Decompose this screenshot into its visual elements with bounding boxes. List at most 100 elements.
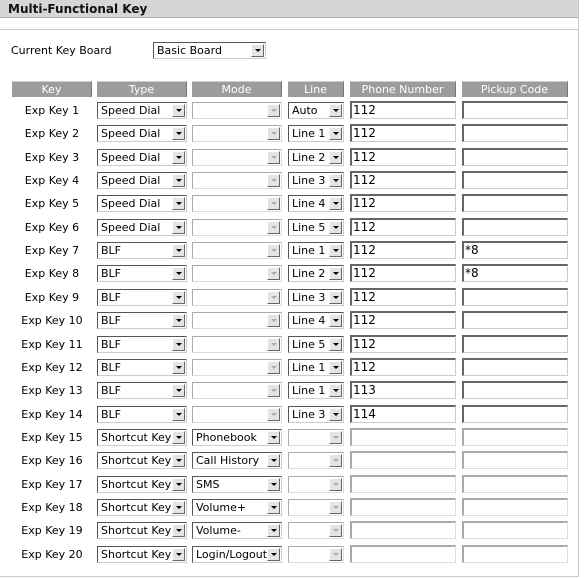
chevron-down-icon[interactable] (329, 384, 342, 398)
pickup-code-input[interactable] (462, 427, 568, 446)
mode-select[interactable] (192, 148, 282, 166)
line-select[interactable]: Line 1 (288, 358, 344, 376)
chevron-down-icon[interactable] (172, 384, 185, 398)
phone-number-input[interactable]: 112 (350, 217, 456, 236)
chevron-down-icon[interactable] (329, 360, 342, 374)
type-select[interactable]: BLF (97, 265, 187, 283)
mode-select[interactable]: Volume+ (192, 498, 282, 516)
chevron-down-icon[interactable] (172, 454, 185, 468)
chevron-down-icon[interactable] (267, 360, 280, 374)
chevron-down-icon[interactable] (172, 430, 185, 444)
mode-select[interactable] (192, 242, 282, 260)
type-select[interactable]: Shortcut Key (97, 545, 187, 563)
phone-number-input[interactable] (350, 451, 456, 470)
mode-select[interactable] (192, 172, 282, 190)
mode-select[interactable] (192, 265, 282, 283)
line-select[interactable]: Line 4 (288, 195, 344, 213)
pickup-code-input[interactable] (462, 544, 568, 563)
mode-select[interactable] (192, 405, 282, 423)
type-select[interactable]: Shortcut Key (97, 475, 187, 493)
phone-number-input[interactable]: 113 (350, 381, 456, 400)
type-select[interactable]: BLF (97, 312, 187, 330)
chevron-down-icon[interactable] (267, 244, 280, 258)
chevron-down-icon[interactable] (329, 337, 342, 351)
chevron-down-icon[interactable] (329, 150, 342, 164)
line-select[interactable]: Line 1 (288, 382, 344, 400)
chevron-down-icon[interactable] (267, 127, 280, 141)
type-select[interactable]: BLF (97, 405, 187, 423)
phone-number-input[interactable]: 112 (350, 241, 456, 260)
mode-select[interactable] (192, 358, 282, 376)
phone-number-input[interactable]: 112 (350, 171, 456, 190)
mode-select[interactable]: Login/Logout (192, 545, 282, 563)
chevron-down-icon[interactable] (251, 44, 264, 57)
chevron-down-icon[interactable] (329, 314, 342, 328)
chevron-down-icon[interactable] (267, 547, 280, 561)
phone-number-input[interactable] (350, 427, 456, 446)
pickup-code-input[interactable] (462, 404, 568, 423)
pickup-code-input[interactable] (462, 124, 568, 143)
chevron-down-icon[interactable] (267, 104, 280, 117)
chevron-down-icon[interactable] (172, 127, 185, 141)
chevron-down-icon[interactable] (267, 407, 280, 421)
type-select[interactable]: Shortcut Key (97, 428, 187, 446)
chevron-down-icon[interactable] (267, 454, 280, 468)
pickup-code-input[interactable] (462, 474, 568, 493)
pickup-code-input[interactable] (462, 194, 568, 213)
chevron-down-icon[interactable] (172, 477, 185, 491)
line-select[interactable]: Line 3 (288, 288, 344, 306)
chevron-down-icon[interactable] (172, 220, 185, 234)
line-select[interactable]: Line 1 (288, 242, 344, 260)
type-select[interactable]: Shortcut Key (97, 522, 187, 540)
phone-number-input[interactable] (350, 474, 456, 493)
line-select[interactable] (288, 545, 344, 563)
chevron-down-icon[interactable] (172, 314, 185, 328)
chevron-down-icon[interactable] (267, 267, 280, 281)
line-select[interactable]: Line 1 (288, 125, 344, 143)
phone-number-input[interactable] (350, 497, 456, 516)
mode-select[interactable]: Volume- (192, 522, 282, 540)
phone-number-input[interactable]: 112 (350, 311, 456, 330)
pickup-code-input[interactable] (462, 147, 568, 166)
mode-select[interactable] (192, 382, 282, 400)
chevron-down-icon[interactable] (329, 524, 342, 538)
chevron-down-icon[interactable] (172, 547, 185, 561)
chevron-down-icon[interactable] (267, 197, 280, 211)
pickup-code-input[interactable] (462, 381, 568, 400)
type-select[interactable]: BLF (97, 335, 187, 353)
pickup-code-input[interactable] (462, 451, 568, 470)
type-select[interactable]: Speed Dial (97, 125, 187, 143)
mode-select[interactable] (192, 218, 282, 236)
chevron-down-icon[interactable] (267, 220, 280, 234)
chevron-down-icon[interactable] (329, 127, 342, 141)
chevron-down-icon[interactable] (329, 174, 342, 188)
mode-select[interactable] (192, 125, 282, 143)
chevron-down-icon[interactable] (329, 454, 342, 468)
pickup-code-input[interactable] (462, 311, 568, 330)
line-select[interactable] (288, 452, 344, 470)
chevron-down-icon[interactable] (329, 290, 342, 304)
keyboard-select[interactable]: Basic Board (153, 42, 266, 59)
phone-number-input[interactable]: 112 (350, 287, 456, 306)
phone-number-input[interactable] (350, 521, 456, 540)
pickup-code-input[interactable] (462, 334, 568, 353)
chevron-down-icon[interactable] (267, 337, 280, 351)
pickup-code-input[interactable] (462, 521, 568, 540)
chevron-down-icon[interactable] (267, 477, 280, 491)
line-select[interactable]: Line 3 (288, 172, 344, 190)
type-select[interactable]: BLF (97, 288, 187, 306)
phone-number-input[interactable]: 112 (350, 334, 456, 353)
type-select[interactable]: Speed Dial (97, 195, 187, 213)
mode-select[interactable] (192, 288, 282, 306)
phone-number-input[interactable]: 112 (350, 124, 456, 143)
chevron-down-icon[interactable] (329, 104, 342, 117)
type-select[interactable]: Shortcut Key (97, 498, 187, 516)
chevron-down-icon[interactable] (329, 547, 342, 561)
mode-select[interactable]: Call History (192, 452, 282, 470)
mode-select[interactable] (192, 102, 282, 119)
type-select[interactable]: BLF (97, 242, 187, 260)
pickup-code-input[interactable]: *8 (462, 241, 568, 260)
mode-select[interactable]: SMS (192, 475, 282, 493)
chevron-down-icon[interactable] (172, 360, 185, 374)
phone-number-input[interactable]: 112 (350, 264, 456, 283)
